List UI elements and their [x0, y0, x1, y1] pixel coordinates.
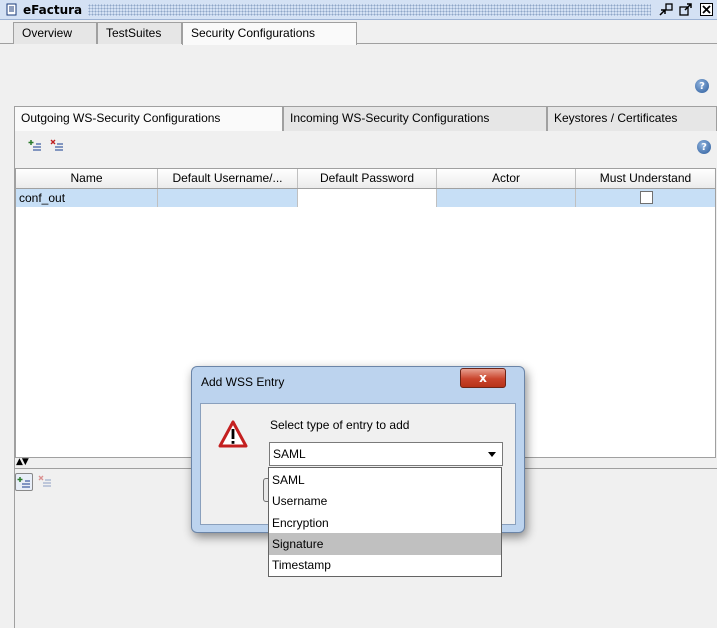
add-config-icon[interactable] — [27, 139, 43, 153]
collapse-expand-icon[interactable]: ▲▼ — [16, 457, 29, 467]
tab-keystores-certificates[interactable]: Keystores / Certificates — [547, 106, 717, 131]
title-bar-grip[interactable] — [88, 3, 651, 16]
must-understand-checkbox[interactable] — [640, 191, 653, 204]
app-icon — [5, 3, 19, 17]
option-username[interactable]: Username — [269, 490, 501, 512]
cell-username[interactable] — [158, 189, 298, 207]
remove-entry-icon[interactable] — [37, 475, 53, 489]
chevron-down-icon[interactable] — [488, 452, 496, 457]
toolbar-area: ? — [0, 45, 717, 95]
close-dialog-button[interactable]: x — [460, 368, 506, 388]
tab-overview[interactable]: Overview — [13, 22, 97, 44]
option-encryption[interactable]: Encryption — [269, 512, 501, 534]
tab-outgoing-ws-security[interactable]: Outgoing WS-Security Configurations — [14, 106, 283, 131]
minimize-window-icon[interactable] — [657, 2, 675, 18]
table-row[interactable]: conf_out — [16, 189, 715, 207]
cell-actor[interactable] — [437, 189, 576, 207]
column-header[interactable]: Default Username/... — [158, 169, 298, 188]
close-window-icon[interactable] — [697, 2, 715, 18]
add-entry-button[interactable] — [15, 473, 33, 491]
warning-icon — [218, 420, 248, 448]
title-bar: eFactura — [0, 0, 717, 20]
help-icon[interactable]: ? — [697, 140, 711, 154]
option-saml[interactable]: SAML — [269, 469, 501, 491]
tab-label: Keystores / Certificates — [554, 111, 678, 125]
table-header: Name Default Username/... Default Passwo… — [16, 169, 715, 189]
option-signature[interactable]: Signature — [269, 533, 501, 555]
entry-type-dropdown: SAML Username Encryption Signature Times… — [268, 467, 502, 577]
cell-password[interactable] — [298, 189, 437, 207]
main-tab-bar: Overview TestSuites Security Configurati… — [0, 20, 717, 45]
tab-label: TestSuites — [106, 26, 162, 40]
cell-must-understand — [576, 189, 715, 207]
selected-entry-type: SAML — [273, 447, 306, 461]
entry-type-select[interactable]: SAML — [269, 442, 503, 466]
column-header[interactable]: Must Understand — [576, 169, 715, 188]
remove-config-icon[interactable] — [49, 139, 65, 153]
dialog-prompt: Select type of entry to add — [270, 418, 410, 432]
tab-label: Incoming WS-Security Configurations — [290, 111, 490, 125]
tab-security-configurations[interactable]: Security Configurations — [182, 22, 357, 45]
tab-testsuites[interactable]: TestSuites — [97, 22, 182, 44]
tab-label: Outgoing WS-Security Configurations — [21, 111, 221, 125]
column-header[interactable]: Default Password — [298, 169, 437, 188]
security-tab-bar: Outgoing WS-Security Configurations Inco… — [14, 106, 717, 131]
tab-incoming-ws-security[interactable]: Incoming WS-Security Configurations — [283, 106, 547, 131]
column-header[interactable]: Name — [16, 169, 158, 188]
column-header[interactable]: Actor — [437, 169, 576, 188]
option-timestamp[interactable]: Timestamp — [269, 554, 501, 576]
help-icon[interactable]: ? — [695, 79, 709, 93]
maximize-window-icon[interactable] — [677, 2, 695, 18]
dialog-title: Add WSS Entry — [201, 375, 285, 389]
tab-label: Security Configurations — [191, 26, 316, 40]
tab-label: Overview — [22, 26, 73, 40]
window-title: eFactura — [23, 2, 83, 17]
cell-name[interactable]: conf_out — [16, 189, 158, 207]
